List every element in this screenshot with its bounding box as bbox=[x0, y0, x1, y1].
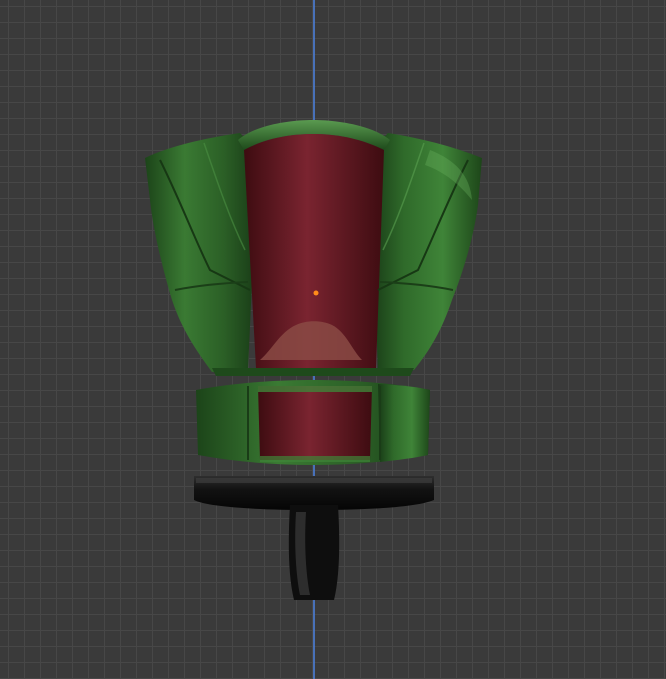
torso-waist bbox=[196, 380, 430, 465]
armor-model[interactable] bbox=[0, 0, 666, 679]
base-stand bbox=[194, 476, 434, 600]
3d-viewport[interactable] bbox=[0, 0, 666, 679]
origin-point bbox=[313, 290, 319, 296]
torso-upper bbox=[145, 120, 482, 376]
